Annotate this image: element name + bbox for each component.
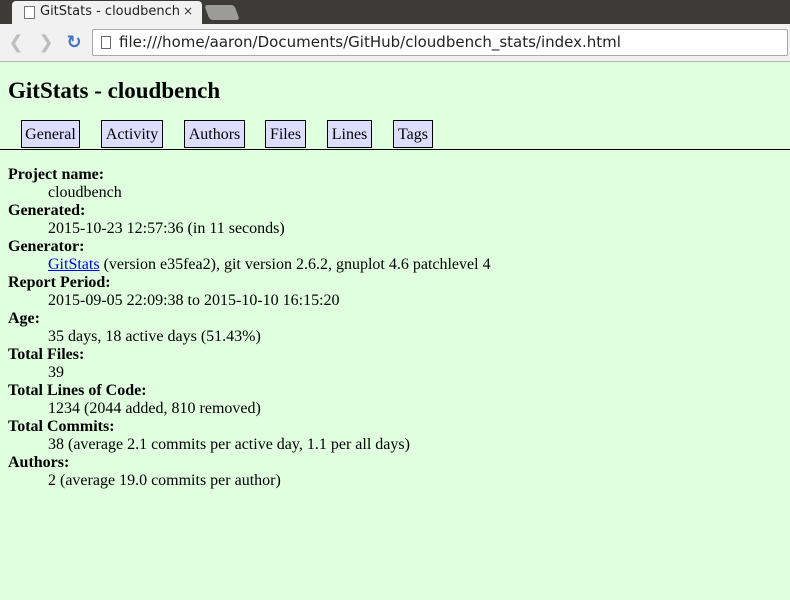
browser-tab[interactable]: GitStats - cloudbench × [12, 1, 202, 24]
project-name-value: cloudbench [48, 184, 122, 201]
total-loc-value: 1234 (2044 added, 810 removed) [48, 400, 261, 417]
general-stats: Project name: cloudbench Generated: 2015… [8, 166, 491, 490]
page-icon [101, 36, 111, 49]
reload-button[interactable]: ↻ [63, 32, 85, 54]
address-bar[interactable]: file:///home/aaron/Documents/GitHub/clou… [92, 29, 788, 56]
page-favicon-icon [24, 6, 35, 19]
nav-bar: General Activity Authors Files Lines Tag… [0, 119, 790, 150]
new-tab-button[interactable] [204, 5, 240, 20]
age-value: 35 days, 18 active days (51.43%) [48, 328, 261, 345]
total-files-label: Total Files: [8, 346, 85, 363]
total-commits-value: 38 (average 2.1 commits per active day, … [48, 436, 410, 453]
url-text[interactable]: file:///home/aaron/Documents/GitHub/clou… [119, 33, 621, 51]
forward-button[interactable]: ❯ [35, 32, 57, 54]
browser-toolbar: ❮ ❯ ↻ file:///home/aaron/Documents/GitHu… [0, 24, 790, 62]
nav-tags[interactable]: Tags [393, 120, 433, 148]
nav-authors[interactable]: Authors [184, 120, 245, 148]
nav-activity[interactable]: Activity [101, 120, 163, 148]
project-name-label: Project name: [8, 166, 105, 183]
nav-general[interactable]: General [21, 120, 80, 148]
generator-value: GitStats (version e35fea2), git version … [48, 256, 491, 274]
total-files-value: 39 [48, 364, 64, 381]
nav-files[interactable]: Files [265, 120, 306, 148]
generator-label: Generator: [8, 238, 85, 255]
total-commits-label: Total Commits: [8, 418, 115, 435]
authors-value: 2 (average 19.0 commits per author) [48, 472, 281, 489]
generator-version-text: (version e35fea2), git version 2.6.2, gn… [99, 256, 491, 273]
report-period-value: 2015-09-05 22:09:38 to 2015-10-10 16:15:… [48, 292, 340, 309]
report-period-label: Report Period: [8, 274, 111, 291]
generated-value: 2015-10-23 12:57:36 (in 11 seconds) [48, 220, 285, 237]
tab-close-icon[interactable]: × [183, 4, 193, 18]
generated-label: Generated: [8, 202, 86, 219]
tab-title: GitStats - cloudbench [40, 4, 181, 19]
page-title: GitStats - cloudbench [8, 78, 221, 103]
gitstats-link[interactable]: GitStats [48, 256, 100, 273]
page-content: GitStats - cloudbench General Activity A… [0, 62, 790, 600]
age-label: Age: [8, 310, 40, 327]
tab-strip: GitStats - cloudbench × [0, 0, 790, 24]
nav-lines[interactable]: Lines [327, 120, 372, 148]
back-button[interactable]: ❮ [5, 32, 27, 54]
total-loc-label: Total Lines of Code: [8, 382, 147, 399]
authors-label: Authors: [8, 454, 70, 471]
